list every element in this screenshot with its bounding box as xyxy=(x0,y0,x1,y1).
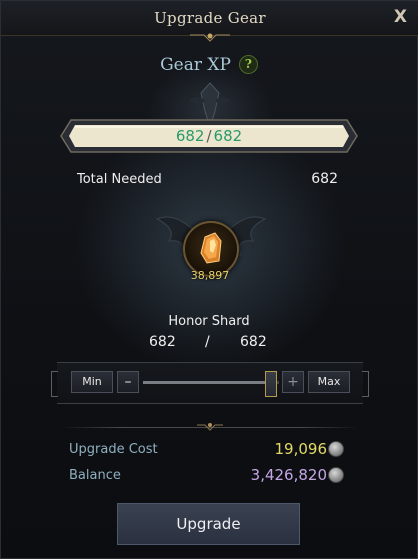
title-ornament-icon xyxy=(190,33,230,42)
gear-xp-value: 682/682 xyxy=(59,127,359,145)
max-button[interactable]: Max xyxy=(308,371,350,393)
gear-xp-current: 682 xyxy=(175,127,205,145)
min-button[interactable]: Min xyxy=(71,371,113,393)
material-separator: / xyxy=(205,334,210,350)
upgrade-cost-value: 19,096 xyxy=(274,440,328,458)
upgrade-cost-label: Upgrade Cost xyxy=(69,442,158,457)
total-needed-value: 682 xyxy=(311,171,338,187)
upgrade-gear-window: Upgrade Gear X Gear XP? 682/682 Total Ne… xyxy=(0,0,418,559)
honor-shard-icon xyxy=(200,232,222,264)
window-title: Upgrade Gear xyxy=(154,9,266,27)
divider-ornament-icon xyxy=(197,423,223,431)
close-button[interactable]: X xyxy=(394,7,407,27)
material-selected: 682 xyxy=(149,334,176,350)
material-needed: 682 xyxy=(240,334,267,350)
honor-shard-owned: 38,897 xyxy=(190,269,230,282)
silver-coin-icon xyxy=(328,467,344,483)
silver-coin-icon xyxy=(328,441,344,457)
gear-xp-max: 682 xyxy=(213,127,243,145)
gear-xp-separator: / xyxy=(206,127,212,145)
balance-value: 3,426,820 xyxy=(250,466,327,484)
balance-label: Balance xyxy=(69,468,121,483)
gear-xp-title: Gear XP xyxy=(160,55,231,75)
quantity-slider-handle[interactable] xyxy=(264,371,277,397)
increase-button[interactable]: + xyxy=(282,371,304,393)
decrease-button[interactable]: – xyxy=(117,371,139,393)
help-icon[interactable]: ? xyxy=(238,55,258,74)
quantity-slider-track[interactable] xyxy=(143,381,279,384)
upgrade-button[interactable]: Upgrade xyxy=(117,503,300,545)
total-needed-label: Total Needed xyxy=(77,172,162,187)
gear-xp-header: Gear XP? xyxy=(1,55,417,75)
quantity-slider-fill xyxy=(143,381,271,384)
material-name: Honor Shard xyxy=(168,314,250,329)
